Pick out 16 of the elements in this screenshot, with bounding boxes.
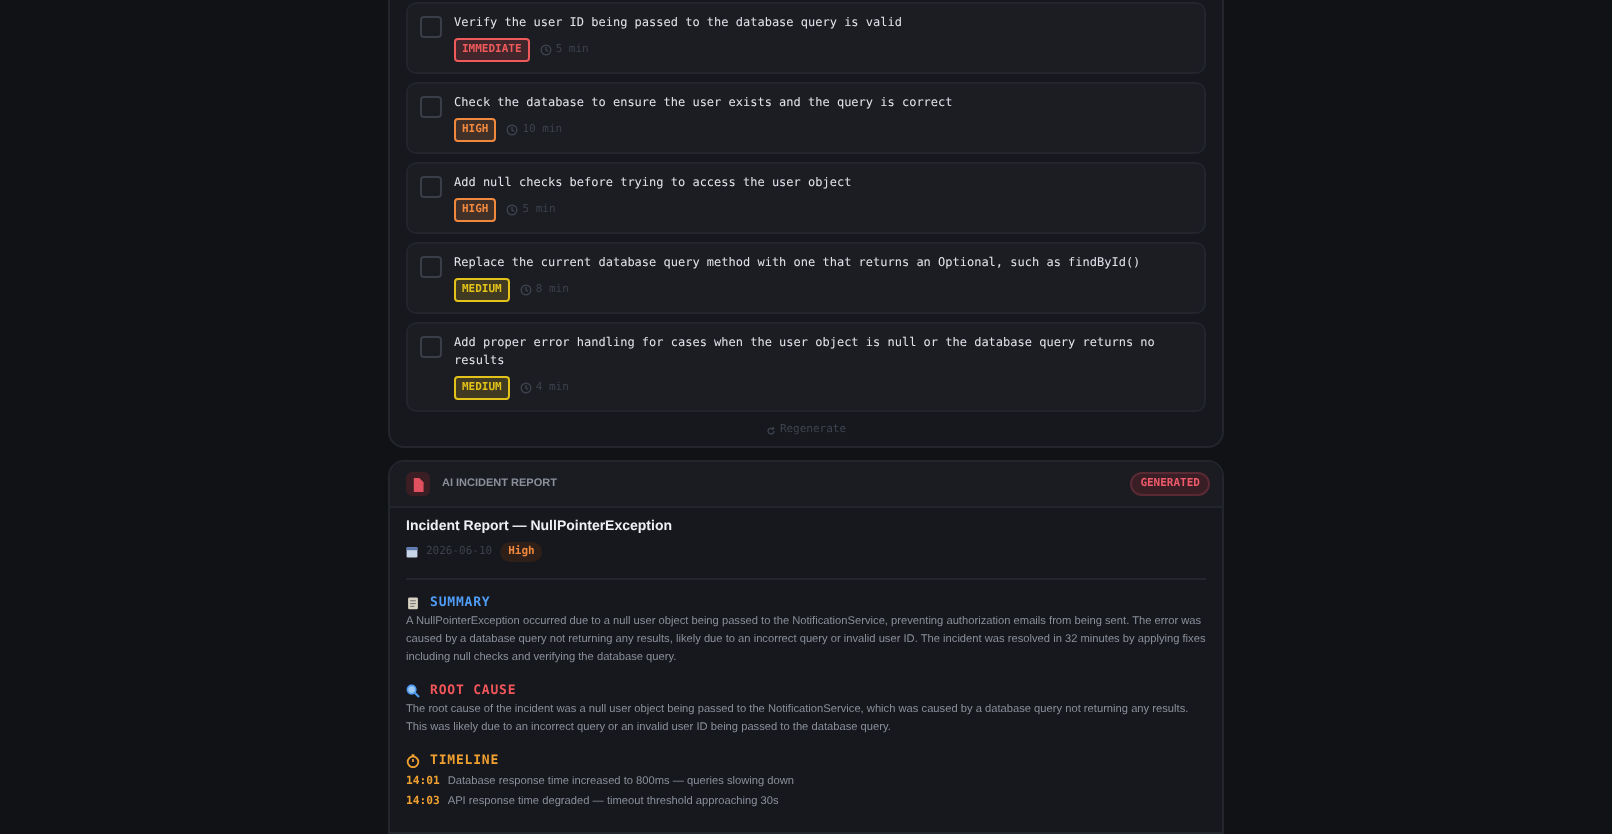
checkbox[interactable] <box>420 176 442 198</box>
calendar-icon <box>406 546 418 558</box>
clock-icon <box>506 124 519 136</box>
clock-icon <box>539 44 552 56</box>
checkbox[interactable] <box>420 16 442 38</box>
checkbox[interactable] <box>420 336 442 358</box>
clock-icon <box>519 382 532 394</box>
magnifier-icon <box>406 683 420 697</box>
clipboard-icon <box>406 595 420 609</box>
stopwatch-icon <box>406 753 420 767</box>
clock-icon <box>519 284 532 296</box>
checkbox[interactable] <box>420 256 442 278</box>
refresh-icon <box>765 425 776 435</box>
checkbox[interactable] <box>420 96 442 118</box>
clock-icon <box>506 204 519 216</box>
document-icon <box>406 472 430 496</box>
